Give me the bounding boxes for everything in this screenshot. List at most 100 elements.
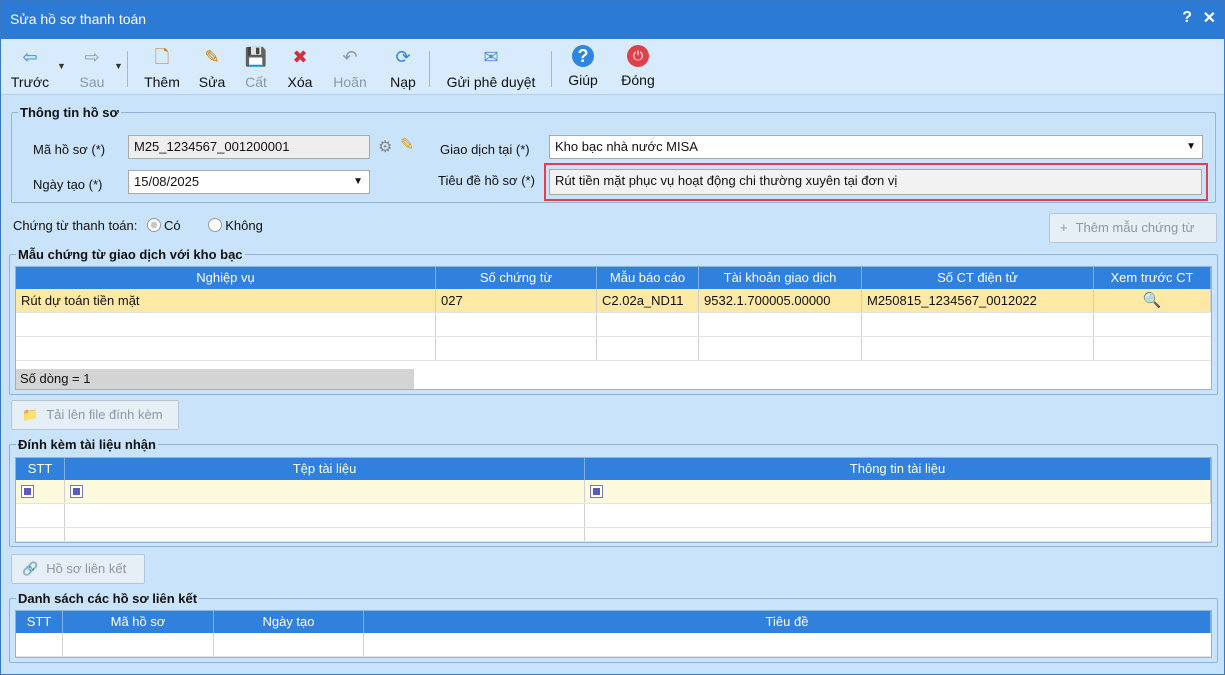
add-template-button[interactable]: + Thêm mẫu chứng từ: [1049, 213, 1217, 243]
place-label: Giao dịch tại (*): [440, 142, 530, 157]
close-button[interactable]: ⏻ Đóng: [615, 43, 661, 91]
templates-header: Nghiệp vụ Số chứng từ Mẫu báo cáo Tài kh…: [16, 267, 1211, 289]
power-icon: ⏻: [627, 45, 649, 67]
edit-button[interactable]: ✎ Sửa: [193, 43, 231, 91]
upload-label: Tải lên file đính kèm: [46, 407, 163, 422]
help-circle-icon: ?: [572, 45, 594, 67]
subject-field[interactable]: Rút tiền mặt phục vụ hoạt động chi thườn…: [549, 169, 1202, 195]
code-label: Mã hồ sơ (*): [33, 142, 106, 157]
col-header[interactable]: Mẫu báo cáo: [597, 267, 699, 289]
refresh-code-icon[interactable]: ⚙: [378, 137, 392, 157]
upload-icon: 📁: [22, 407, 39, 422]
place-value: Kho bạc nhà nước MISA: [555, 139, 698, 154]
attachments-header: STT Tệp tài liệu Thông tin tài liệu: [16, 458, 1211, 480]
undo-icon: ↶: [342, 47, 358, 67]
checkbox[interactable]: [70, 485, 83, 498]
pencil-icon[interactable]: ✎: [400, 135, 414, 155]
link-icon: 🔗: [22, 561, 39, 576]
subject-label: Tiêu đề hồ sơ (*): [438, 173, 535, 188]
col-header[interactable]: Mã hồ sơ: [63, 611, 214, 633]
edit-icon: ✎: [204, 47, 220, 67]
send-approval-button[interactable]: ✉ Gửi phê duyệt: [441, 43, 541, 91]
templates-legend: Mẫu chứng từ giao dịch với kho bạc: [18, 247, 243, 262]
table-cell: 🔍: [1094, 289, 1211, 312]
close-icon[interactable]: ✕: [1203, 8, 1216, 28]
payment-docs-row: Chứng từ thanh toán: Có Không: [13, 218, 263, 233]
help-button[interactable]: ? Giúp: [563, 43, 603, 91]
back-dropdown-icon[interactable]: ▼: [57, 61, 66, 71]
add-button[interactable]: 🗋 Thêm: [139, 43, 185, 91]
envelope-icon: ✉: [483, 47, 499, 67]
toolbar: ⇦ Trước ▼ ⇨ Sau ▼ 🗋 Thêm ✎ Sửa 💾 Cất ✖ X…: [1, 39, 1224, 95]
radio-no-label: Không: [225, 218, 263, 233]
next-dropdown-icon[interactable]: ▼: [114, 61, 123, 71]
col-header[interactable]: Số CT điện tử: [862, 267, 1094, 289]
arrow-left-icon: ⇦: [22, 47, 38, 67]
help-icon[interactable]: ?: [1182, 9, 1192, 27]
plus-icon: +: [1060, 220, 1068, 235]
undo-button[interactable]: ↶ Hoãn: [327, 43, 373, 91]
table-row[interactable]: [16, 313, 1211, 337]
templates-grid: Nghiệp vụ Số chứng từ Mẫu báo cáo Tài kh…: [15, 266, 1212, 390]
arrow-right-icon: ⇨: [84, 47, 100, 67]
linked-legend: Danh sách các hồ sơ liên kết: [18, 591, 198, 606]
col-header[interactable]: Xem trước CT: [1094, 267, 1211, 289]
table-cell: 9532.1.700005.00000: [699, 289, 862, 312]
reload-button[interactable]: ⟳ Nạp: [383, 43, 423, 91]
dropdown-arrow-icon[interactable]: ▼: [1186, 136, 1196, 158]
linked-grid: STT Mã hồ sơ Ngày tạo Tiêu đề: [15, 610, 1212, 658]
col-header[interactable]: Số chứng từ: [436, 267, 597, 289]
table-cell: M250815_1234567_0012022: [862, 289, 1094, 312]
toolbar-separator: [551, 51, 552, 87]
table-row[interactable]: [16, 480, 1211, 504]
linked-records-label: Hồ sơ liên kết: [46, 561, 127, 576]
radio-no[interactable]: [208, 218, 223, 232]
dialog-window: Sửa hồ sơ thanh toán ? ✕ ⇦ Trước ▼ ⇨ Sau…: [0, 0, 1225, 675]
col-header[interactable]: Tiêu đề: [364, 611, 1211, 633]
attachments-grid: STT Tệp tài liệu Thông tin tài liệu: [15, 457, 1212, 543]
col-header[interactable]: Thông tin tài liệu: [585, 458, 1211, 480]
payment-docs-label: Chứng từ thanh toán:: [13, 218, 138, 233]
toolbar-separator: [429, 51, 430, 87]
table-cell: C2.02a_ND11: [597, 289, 699, 312]
delete-button[interactable]: ✖ Xóa: [281, 43, 319, 91]
info-legend: Thông tin hồ sơ: [20, 105, 119, 120]
attachments-legend: Đính kèm tài liệu nhận: [18, 437, 156, 452]
table-cell: Rút dự toán tiền mặt: [16, 289, 436, 312]
next-button[interactable]: ⇨ Sau: [71, 43, 113, 91]
dropdown-arrow-icon[interactable]: ▼: [353, 171, 363, 193]
table-cell: 027: [436, 289, 597, 312]
col-header[interactable]: Nghiệp vụ: [16, 267, 436, 289]
checkbox[interactable]: [590, 485, 603, 498]
radio-yes-label: Có: [164, 218, 181, 233]
col-header[interactable]: STT: [16, 458, 65, 480]
radio-yes[interactable]: [147, 218, 162, 232]
col-header[interactable]: STT: [16, 611, 63, 633]
preview-icon[interactable]: 🔍: [1143, 292, 1162, 309]
row-count: Số dòng = 1: [16, 369, 414, 389]
new-document-icon: 🗋: [154, 47, 170, 67]
table-row[interactable]: [16, 633, 1211, 657]
table-row[interactable]: [16, 504, 1211, 528]
date-label: Ngày tạo (*): [33, 177, 103, 192]
code-field[interactable]: M25_1234567_001200001: [128, 135, 370, 159]
col-header[interactable]: Tệp tài liệu: [65, 458, 585, 480]
add-template-label: Thêm mẫu chứng từ: [1075, 220, 1195, 235]
date-field[interactable]: 15/08/2025 ▼: [128, 170, 370, 194]
table-row[interactable]: [16, 528, 1211, 542]
save-icon: 💾: [244, 47, 268, 67]
delete-icon: ✖: [292, 47, 308, 67]
back-button[interactable]: ⇦ Trước: [7, 43, 53, 91]
title-bar: Sửa hồ sơ thanh toán ? ✕: [1, 1, 1224, 39]
upload-attachment-button[interactable]: 📁 Tải lên file đính kèm: [11, 400, 179, 430]
save-button[interactable]: 💾 Cất: [239, 43, 273, 91]
table-row[interactable]: Rút dự toán tiền mặt 027 C2.02a_ND11 953…: [16, 289, 1211, 313]
table-row[interactable]: [16, 337, 1211, 361]
checkbox[interactable]: [21, 485, 34, 498]
col-header[interactable]: Ngày tạo: [214, 611, 364, 633]
linked-header: STT Mã hồ sơ Ngày tạo Tiêu đề: [16, 611, 1211, 633]
refresh-icon: ⟳: [395, 47, 411, 67]
col-header[interactable]: Tài khoản giao dịch: [699, 267, 862, 289]
place-select[interactable]: Kho bạc nhà nước MISA ▼: [549, 135, 1203, 159]
linked-records-button[interactable]: 🔗 Hồ sơ liên kết: [11, 554, 145, 584]
